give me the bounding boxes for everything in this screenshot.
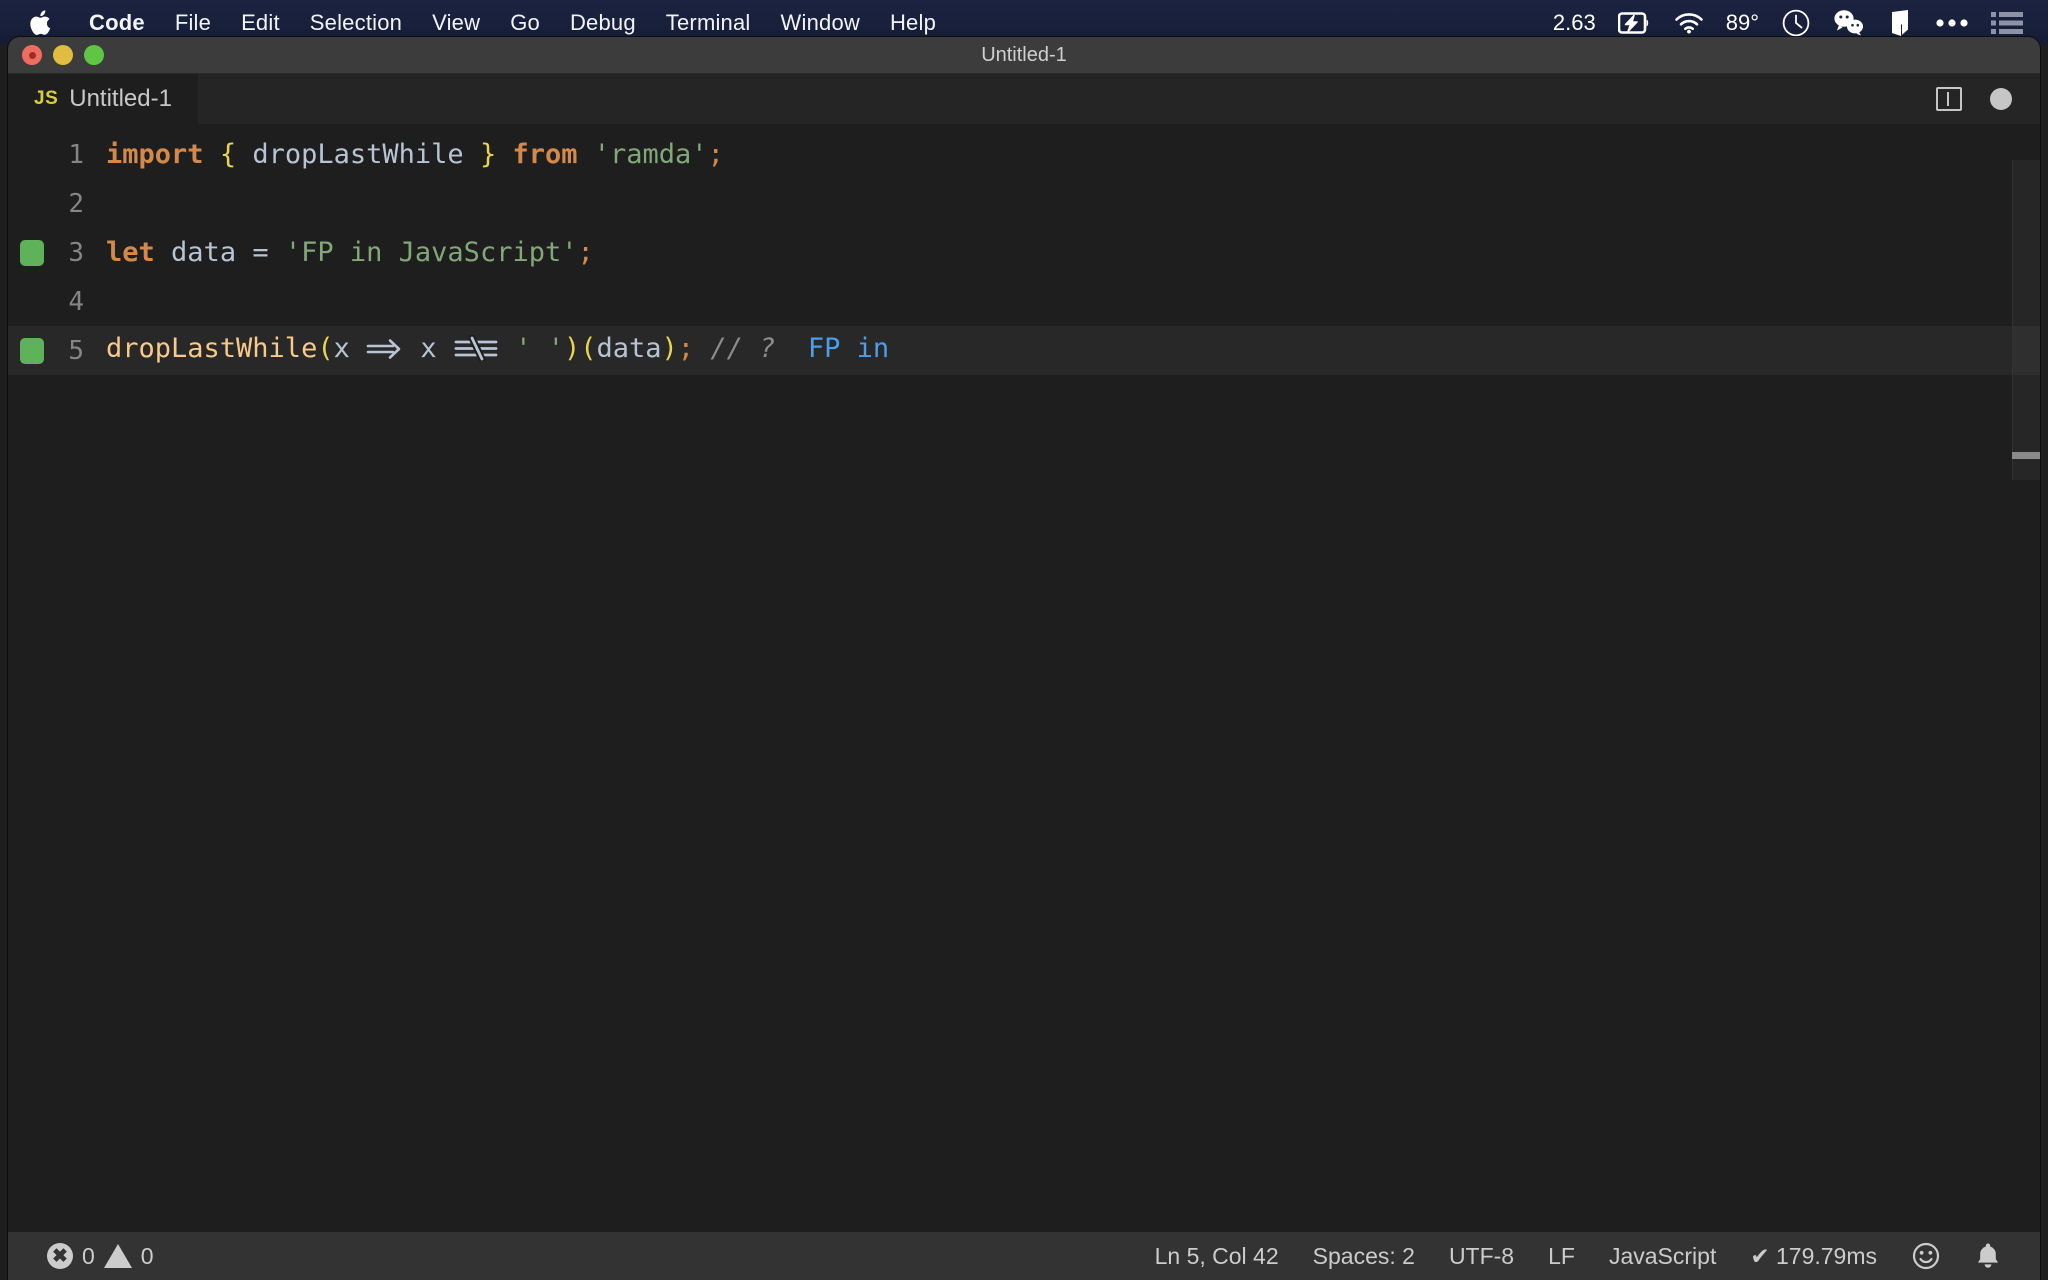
split-editor-left-pane bbox=[1941, 92, 1949, 106]
close-button[interactable] bbox=[22, 45, 42, 65]
token-paren-close-2: ) bbox=[661, 333, 678, 364]
token-string-value: 'FP in JavaScript' bbox=[284, 237, 578, 268]
eol-setting[interactable]: LF bbox=[1531, 1243, 1592, 1270]
editor-tab-bar: JS Untitled-1 bbox=[8, 74, 2040, 124]
editor-line-4: 4 bbox=[8, 277, 2040, 326]
token-keyword-from: from bbox=[512, 139, 578, 170]
line-content: import { dropLastWhile } from 'ramda'; bbox=[106, 139, 724, 170]
token-param-x-2: x bbox=[420, 333, 437, 364]
warning-icon bbox=[103, 1244, 132, 1268]
scrollbar-slider[interactable] bbox=[2012, 160, 2040, 480]
menu-item-selection[interactable]: Selection bbox=[295, 10, 417, 36]
traffic-light-buttons bbox=[22, 45, 104, 65]
menu-item-code[interactable]: Code bbox=[74, 10, 160, 36]
token-brace-open: { bbox=[219, 139, 237, 170]
token-brace-close: } bbox=[479, 139, 497, 170]
scrollbar-cursor-mark bbox=[2012, 452, 2040, 459]
token-string-module: 'ramda' bbox=[593, 139, 708, 170]
indentation-setting[interactable]: Spaces: 2 bbox=[1296, 1243, 1432, 1270]
editor-actions bbox=[1936, 74, 2040, 124]
editor-line-1: 1 import { dropLastWhile } from 'ramda'; bbox=[8, 130, 2040, 179]
javascript-file-icon: JS bbox=[34, 88, 59, 109]
token-paren-open: ( bbox=[317, 333, 334, 364]
tab-label: Untitled-1 bbox=[69, 85, 172, 112]
menu-bar-items: Code File Edit Selection View Go Debug T… bbox=[0, 6, 951, 40]
token-arrow-ligature bbox=[366, 337, 404, 368]
menu-item-window[interactable]: Window bbox=[766, 10, 875, 36]
menu-item-file[interactable]: File bbox=[160, 10, 226, 36]
language-mode[interactable]: JavaScript bbox=[1592, 1243, 1733, 1270]
editor-line-3: 3 let data = 'FP in JavaScript'; bbox=[8, 228, 2040, 277]
cpu-load-indicator[interactable]: 2.63 bbox=[1542, 10, 1607, 36]
token-semicolon: ; bbox=[707, 139, 724, 170]
line-content: let data = 'FP in JavaScript'; bbox=[106, 237, 594, 268]
token-string-space: ' ' bbox=[515, 333, 564, 364]
line-number: 1 bbox=[68, 139, 84, 170]
menu-item-terminal[interactable]: Terminal bbox=[651, 10, 766, 36]
token-keyword-let: let bbox=[106, 237, 155, 268]
smiley-icon[interactable] bbox=[1894, 1241, 1958, 1271]
editor-vertical-scrollbar[interactable] bbox=[2012, 124, 2040, 1232]
menu-item-edit[interactable]: Edit bbox=[226, 10, 295, 36]
error-count: 0 bbox=[82, 1242, 95, 1269]
temperature-indicator[interactable]: 89° bbox=[1715, 10, 1770, 36]
warning-count: 0 bbox=[140, 1242, 154, 1269]
error-icon: ✖ bbox=[47, 1243, 73, 1269]
editor-line-2: 2 bbox=[8, 179, 2040, 228]
code-editor[interactable]: 1 import { dropLastWhile } from 'ramda';… bbox=[8, 124, 2040, 1232]
token-strict-not-equal-ligature bbox=[453, 334, 499, 368]
token-operator-assign: = bbox=[252, 237, 269, 268]
coverage-marker-icon bbox=[20, 239, 44, 266]
split-editor-right-pane bbox=[1952, 92, 1958, 106]
token-semicolon: ; bbox=[677, 333, 695, 364]
split-editor-icon[interactable] bbox=[1936, 87, 1962, 111]
token-keyword-import: import bbox=[106, 139, 204, 170]
close-button-glyph bbox=[28, 51, 36, 59]
runtime-duration[interactable]: ✔ 179.79ms bbox=[1733, 1243, 1894, 1270]
token-identifier-droplastwhile: dropLastWhile bbox=[252, 139, 464, 170]
inline-evaluation-result: FP in bbox=[807, 333, 890, 364]
line-content: dropLastWhile(x x ' ')(data); // ? FP in bbox=[106, 333, 889, 368]
window-title: Untitled-1 bbox=[981, 43, 1067, 66]
vscode-window: Untitled-1 JS Untitled-1 1 import { drop… bbox=[8, 37, 2040, 1280]
encoding-setting[interactable]: UTF-8 bbox=[1432, 1243, 1531, 1270]
menu-item-view[interactable]: View bbox=[417, 10, 495, 36]
maximize-button[interactable] bbox=[84, 45, 104, 65]
menu-item-debug[interactable]: Debug bbox=[555, 10, 651, 36]
inline-comment: // ? bbox=[710, 333, 776, 364]
code-lines: 1 import { dropLastWhile } from 'ramda';… bbox=[8, 124, 2040, 375]
status-bar-right: Ln 5, Col 42 Spaces: 2 UTF-8 LF JavaScri… bbox=[1138, 1241, 2040, 1271]
status-bar-left: ✖ 0 0 bbox=[8, 1243, 171, 1270]
problems-status[interactable]: ✖ 0 0 bbox=[30, 1243, 171, 1270]
bell-icon[interactable] bbox=[1958, 1241, 2018, 1271]
token-identifier-data: data bbox=[171, 237, 237, 268]
tab-untitled-1[interactable]: JS Untitled-1 bbox=[8, 74, 198, 124]
line-number: 2 bbox=[68, 188, 84, 219]
window-title-bar: Untitled-1 bbox=[8, 37, 2040, 74]
coverage-marker-icon bbox=[20, 337, 44, 364]
token-paren-close: ) bbox=[563, 333, 581, 364]
menu-item-go[interactable]: Go bbox=[495, 10, 555, 36]
editor-line-5: 5 dropLastWhile(x x ' ')(data); // ? FP … bbox=[8, 326, 2040, 375]
menu-item-help[interactable]: Help bbox=[875, 10, 951, 36]
unsaved-dot-icon[interactable] bbox=[1990, 88, 2012, 110]
token-semicolon: ; bbox=[577, 237, 594, 268]
minimize-button[interactable] bbox=[53, 45, 73, 65]
token-function-droplastwhile: dropLastWhile bbox=[106, 333, 318, 364]
cursor-position[interactable]: Ln 5, Col 42 bbox=[1138, 1243, 1296, 1270]
line-number: 4 bbox=[68, 286, 84, 317]
apple-logo-icon[interactable] bbox=[24, 6, 58, 40]
token-param-x: x bbox=[333, 333, 350, 364]
status-bar: ✖ 0 0 Ln 5, Col 42 Spaces: 2 UTF-8 LF Ja… bbox=[8, 1232, 2040, 1280]
token-paren-open-2: ( bbox=[580, 333, 597, 364]
token-argument-data: data bbox=[596, 333, 662, 364]
